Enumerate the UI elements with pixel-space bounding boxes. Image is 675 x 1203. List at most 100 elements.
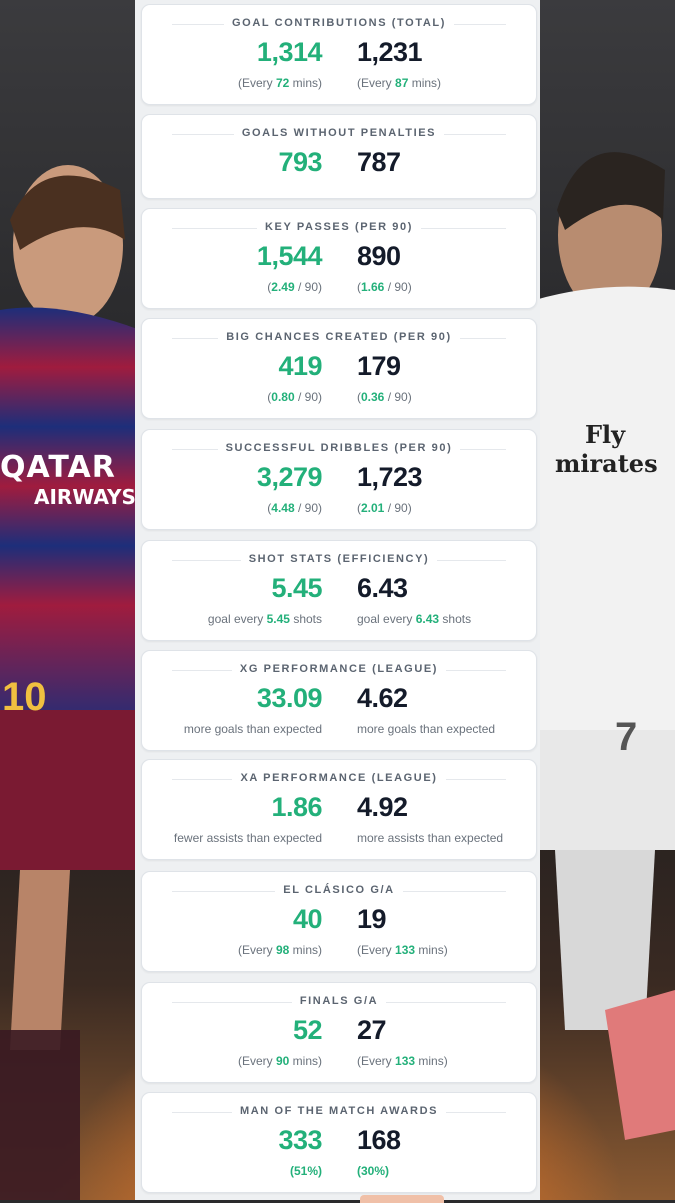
left-player-value: 52 — [292, 1015, 323, 1045]
right-player-subtext-pre: (Every — [357, 943, 396, 957]
card-title: SHOT STATS (EFFICIENCY) — [142, 553, 536, 565]
right-player-subtext-pre: (Every — [357, 76, 396, 90]
stat-card: FINALS G/A 52 27 (Every 90 mins) (Every 133 … — [141, 982, 537, 1083]
right-player-subtext: (30%) — [357, 1164, 389, 1178]
left-player-subtext-pre: (Every — [237, 943, 276, 957]
right-player-subtext-pre: goal every — [357, 612, 416, 626]
left-player-subtext-highlight: 0.80 — [271, 390, 295, 404]
right-player-value: 4.92 — [357, 792, 408, 822]
left-player-value: 40 — [292, 904, 323, 934]
left-player-subtext-post: / 90) — [294, 501, 322, 515]
stat-card: GOALS WITHOUT PENALTIES 793 787 — [141, 114, 537, 199]
right-player-subtext-highlight: 2.01 — [361, 501, 385, 515]
left-player-value: 793 — [278, 147, 322, 177]
right-kit-sponsor-line1: Fly — [585, 420, 626, 449]
right-player-subtext: (1.66 / 90) — [357, 280, 412, 294]
left-kit-sponsor: QATAR AIRWAYS — [0, 450, 140, 509]
card-title-text: KEY PASSES (PER 90) — [257, 221, 421, 233]
right-player-subtext-post: mins) — [408, 76, 442, 90]
left-player-value: 1.86 — [271, 792, 322, 822]
right-player-subtext-highlight: 133 — [395, 1054, 416, 1068]
left-player-subtext-post: mins) — [289, 76, 322, 90]
card-title: KEY PASSES (PER 90) — [142, 221, 536, 233]
right-player-subtext-pre: more assists than expected — [357, 831, 504, 845]
left-player-image: QATAR AIRWAYS 10 — [0, 150, 140, 1200]
right-player-subtext-post: / 90) — [384, 280, 412, 294]
stat-card: XA PERFORMANCE (LEAGUE) 1.86 4.92 fewer ass… — [141, 759, 537, 860]
stat-card: SUCCESSFUL DRIBBLES (PER 90) 3,279 1,723 (4… — [141, 429, 537, 530]
left-player-value: 1,544 — [256, 241, 323, 271]
left-player-subtext: (Every 98 mins) — [238, 943, 322, 957]
right-player-subtext-highlight: 0.36 — [361, 390, 385, 404]
left-player-subtext-highlight: 72 — [275, 76, 290, 90]
right-player-subtext-highlight: 1.66 — [361, 280, 385, 294]
left-player-value: 419 — [278, 351, 322, 381]
stat-card: XG PERFORMANCE (LEAGUE) 33.09 4.62 more goa… — [141, 650, 537, 751]
left-kit-sponsor-line1: QATAR — [0, 450, 116, 485]
left-player-subtext-highlight: (51%) — [289, 1164, 322, 1178]
left-player-subtext-post: / 90) — [294, 280, 322, 294]
right-player-subtext-highlight: 133 — [395, 943, 416, 957]
card-title-text: MAN OF THE MATCH AWARDS — [231, 1105, 447, 1117]
stat-card: EL CLÁSICO G/A 40 19 (Every 98 mins) (Every … — [141, 871, 537, 972]
right-player-subtext: (Every 133 mins) — [357, 1054, 448, 1068]
stat-card: SHOT STATS (EFFICIENCY) 5.45 6.43 goal ever… — [141, 540, 537, 641]
left-kit-sponsor-line2: AIRWAYS — [34, 485, 136, 509]
left-player-value: 1,314 — [256, 37, 323, 67]
right-player-value: 27 — [357, 1015, 387, 1045]
right-player-value: 1,231 — [357, 37, 423, 67]
card-title: BIG CHANCES CREATED (PER 90) — [142, 331, 536, 343]
left-player-subtext-post: shots — [289, 612, 322, 626]
right-player-subtext: (2.01 / 90) — [357, 501, 412, 515]
left-player-subtext: more goals than expected — [184, 722, 322, 736]
right-player-subtext-highlight: (30%) — [357, 1164, 390, 1178]
left-player-subtext-pre: goal every — [207, 612, 267, 626]
card-title-text: XA PERFORMANCE (LEAGUE) — [232, 772, 446, 784]
card-title: EL CLÁSICO G/A — [142, 884, 536, 896]
card-title: GOALS WITHOUT PENALTIES — [142, 127, 536, 139]
left-player-subtext-post: / 90) — [294, 390, 322, 404]
left-player-subtext: fewer assists than expected — [174, 831, 322, 845]
right-kit-sponsor: Fly mirates — [555, 420, 658, 478]
card-title-text: EL CLÁSICO G/A — [275, 884, 403, 896]
right-player-subtext: (0.36 / 90) — [357, 390, 412, 404]
right-player-value: 168 — [357, 1125, 401, 1155]
left-player-subtext: (Every 72 mins) — [238, 76, 322, 90]
card-title-text: GOALS WITHOUT PENALTIES — [233, 127, 445, 139]
left-player-subtext: (4.48 / 90) — [267, 501, 322, 515]
left-player-subtext-post: mins) — [289, 943, 322, 957]
right-player-subtext: more assists than expected — [357, 831, 503, 845]
right-player-value: 787 — [357, 147, 401, 177]
stat-card: KEY PASSES (PER 90) 1,544 890 (2.49 / 90) (1… — [141, 208, 537, 309]
left-player-subtext: (51%) — [290, 1164, 322, 1178]
left-player-subtext-pre: (Every — [237, 1054, 276, 1068]
card-title: XG PERFORMANCE (LEAGUE) — [142, 663, 536, 675]
left-player-subtext: (Every 90 mins) — [238, 1054, 322, 1068]
right-player-subtext-pre: more goals than expected — [357, 722, 496, 736]
card-title: SUCCESSFUL DRIBBLES (PER 90) — [142, 442, 536, 454]
right-player-subtext-post: / 90) — [384, 390, 412, 404]
right-kit-sponsor-line2: mirates — [555, 449, 658, 478]
card-title-text: SUCCESSFUL DRIBBLES (PER 90) — [217, 442, 461, 454]
left-player-subtext-highlight: 2.49 — [271, 280, 295, 294]
right-player-subtext: more goals than expected — [357, 722, 495, 736]
card-title-text: XG PERFORMANCE (LEAGUE) — [231, 663, 447, 675]
right-player-subtext-highlight: 87 — [395, 76, 409, 90]
left-player-value: 333 — [278, 1125, 322, 1155]
right-player-value: 19 — [357, 904, 387, 934]
right-player-value: 179 — [357, 351, 401, 381]
left-player-subtext: goal every 5.45 shots — [208, 612, 322, 626]
left-player-subtext-highlight: 98 — [275, 943, 290, 957]
right-player-value: 4.62 — [357, 683, 408, 713]
left-player-subtext-post: mins) — [289, 1054, 322, 1068]
card-title-text: BIG CHANCES CREATED (PER 90) — [218, 331, 460, 343]
right-player-subtext-post: / 90) — [384, 501, 412, 515]
left-player-value: 3,279 — [256, 462, 323, 492]
left-player-value: 33.09 — [256, 683, 323, 713]
card-title-text: GOAL CONTRIBUTIONS (TOTAL) — [224, 17, 454, 29]
right-player-value: 1,723 — [357, 462, 423, 492]
bottom-tab — [360, 1195, 444, 1203]
right-player-subtext-post: mins) — [415, 943, 448, 957]
right-player-subtext: (Every 87 mins) — [357, 76, 441, 90]
right-player-subtext: goal every 6.43 shots — [357, 612, 471, 626]
